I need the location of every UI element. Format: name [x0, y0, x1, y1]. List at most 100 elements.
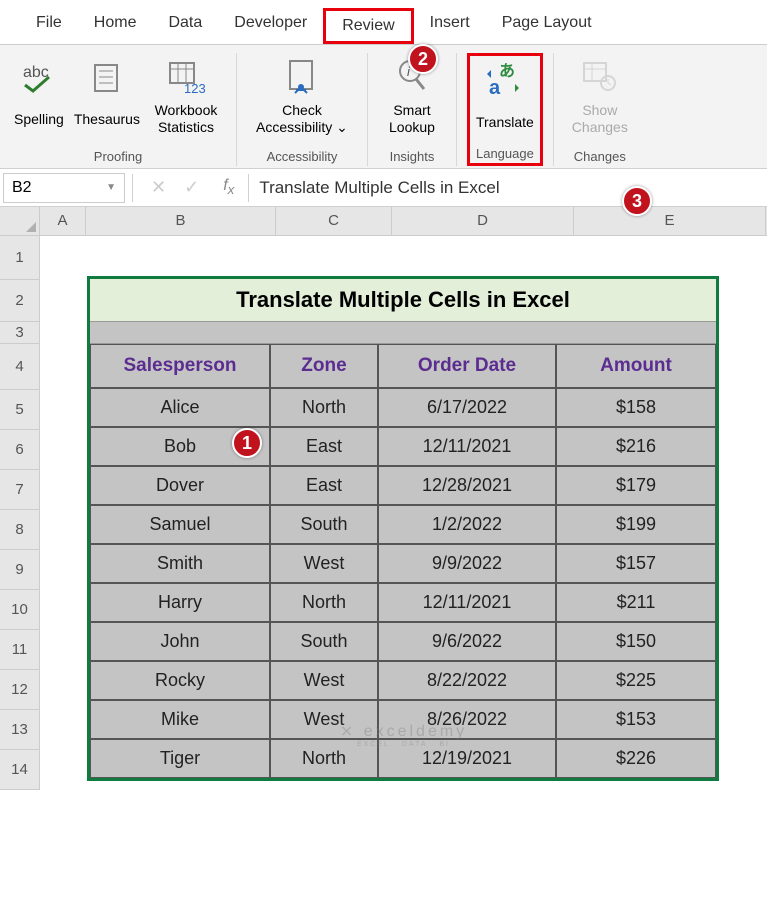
- group-accessibility: Check Accessibility ⌄ Accessibility: [237, 53, 368, 166]
- table-cell[interactable]: Mike: [90, 700, 270, 739]
- tab-insert[interactable]: Insert: [414, 8, 486, 44]
- table-cell[interactable]: 12/11/2021: [378, 427, 556, 466]
- table-cell[interactable]: South: [270, 622, 378, 661]
- table-cell[interactable]: North: [270, 583, 378, 622]
- ribbon-tabs: File Home Data Developer Review Insert P…: [0, 0, 767, 45]
- table-cell[interactable]: Rocky: [90, 661, 270, 700]
- table-cell[interactable]: 1/2/2022: [378, 505, 556, 544]
- table-cell[interactable]: Harry: [90, 583, 270, 622]
- table-cell[interactable]: $211: [556, 583, 716, 622]
- row-header-9[interactable]: 9: [0, 550, 40, 590]
- table-cell[interactable]: $150: [556, 622, 716, 661]
- stats-icon: 123: [164, 55, 208, 99]
- row-header-7[interactable]: 7: [0, 470, 40, 510]
- stats-label: Workbook Statistics: [150, 101, 222, 137]
- group-label-insights: Insights: [378, 145, 446, 166]
- group-proofing: abc Spelling Thesaurus 123 Workbook Stat…: [0, 53, 237, 166]
- check-accessibility-button[interactable]: Check Accessibility ⌄: [247, 53, 357, 139]
- table-cell[interactable]: 6/17/2022: [378, 388, 556, 427]
- row-header-10[interactable]: 10: [0, 590, 40, 630]
- enter-icon[interactable]: ✓: [184, 177, 199, 198]
- column-headers: A B C D E: [0, 207, 767, 236]
- header-amount: Amount: [556, 344, 716, 388]
- table-cell[interactable]: $157: [556, 544, 716, 583]
- table-cell[interactable]: South: [270, 505, 378, 544]
- table-cell[interactable]: West: [270, 661, 378, 700]
- data-table: Translate Multiple Cells in Excel Salesp…: [87, 276, 719, 781]
- row-header-6[interactable]: 6: [0, 430, 40, 470]
- accessibility-icon: [280, 55, 324, 99]
- formula-text[interactable]: Translate Multiple Cells in Excel: [253, 178, 499, 198]
- spelling-button[interactable]: abc Spelling: [10, 53, 68, 139]
- cells-area[interactable]: Translate Multiple Cells in Excel Salesp…: [40, 236, 767, 790]
- tab-review[interactable]: Review: [323, 8, 413, 44]
- row-header-12[interactable]: 12: [0, 670, 40, 710]
- translate-icon: あa: [483, 58, 527, 102]
- header-order-date: Order Date: [378, 344, 556, 388]
- tab-page-layout[interactable]: Page Layout: [486, 8, 608, 44]
- select-all-corner[interactable]: [0, 207, 40, 235]
- group-label-changes: Changes: [564, 145, 636, 166]
- tab-developer[interactable]: Developer: [218, 8, 323, 44]
- table-cell[interactable]: Alice: [90, 388, 270, 427]
- table-cell[interactable]: $199: [556, 505, 716, 544]
- col-header-a[interactable]: A: [40, 207, 86, 235]
- group-label-language: Language: [476, 146, 534, 161]
- row-header-4[interactable]: 4: [0, 344, 40, 390]
- table-cell[interactable]: 9/6/2022: [378, 622, 556, 661]
- row-header-11[interactable]: 11: [0, 630, 40, 670]
- table-cell[interactable]: East: [270, 466, 378, 505]
- table-cell[interactable]: East: [270, 427, 378, 466]
- table-cell[interactable]: $158: [556, 388, 716, 427]
- formula-bar-buttons: ✕ ✓: [137, 177, 213, 198]
- table-row: JohnSouth9/6/2022$150: [90, 622, 716, 661]
- table-cell[interactable]: 8/22/2022: [378, 661, 556, 700]
- table-cell[interactable]: 12/11/2021: [378, 583, 556, 622]
- workbook-statistics-button[interactable]: 123 Workbook Statistics: [146, 53, 226, 139]
- cancel-icon[interactable]: ✕: [151, 177, 166, 198]
- group-changes: Show Changes Changes: [554, 53, 646, 166]
- table-cell[interactable]: Dover: [90, 466, 270, 505]
- row-header-5[interactable]: 5: [0, 390, 40, 430]
- col-header-e[interactable]: E: [574, 207, 766, 235]
- table-cell[interactable]: John: [90, 622, 270, 661]
- svg-text:123: 123: [184, 81, 206, 95]
- table-cell[interactable]: Smith: [90, 544, 270, 583]
- header-salesperson: Salesperson: [90, 344, 270, 388]
- name-box-dropdown-icon[interactable]: ▼: [106, 182, 116, 193]
- show-changes-button: Show Changes: [564, 53, 636, 139]
- row-header-8[interactable]: 8: [0, 510, 40, 550]
- row-header-2[interactable]: 2: [0, 280, 40, 322]
- fx-icon[interactable]: fx: [213, 177, 244, 197]
- row-header-3[interactable]: 3: [0, 322, 40, 344]
- table-row: RockyWest8/22/2022$225: [90, 661, 716, 700]
- ribbon: abc Spelling Thesaurus 123 Workbook Stat…: [0, 45, 767, 169]
- thesaurus-button[interactable]: Thesaurus: [70, 53, 144, 139]
- table-cell[interactable]: Samuel: [90, 505, 270, 544]
- table-cell[interactable]: 9/9/2022: [378, 544, 556, 583]
- tab-data[interactable]: Data: [152, 8, 218, 44]
- row-header-13[interactable]: 13: [0, 710, 40, 750]
- col-header-c[interactable]: C: [276, 207, 392, 235]
- tab-file[interactable]: File: [20, 8, 78, 44]
- table-cell[interactable]: 12/28/2021: [378, 466, 556, 505]
- spelling-label: Spelling: [14, 101, 64, 137]
- col-header-d[interactable]: D: [392, 207, 574, 235]
- col-header-b[interactable]: B: [86, 207, 276, 235]
- table-row: HarryNorth12/11/2021$211: [90, 583, 716, 622]
- translate-button[interactable]: あa Translate Language: [467, 53, 543, 166]
- table-cell[interactable]: North: [270, 388, 378, 427]
- row-header-14[interactable]: 14: [0, 750, 40, 790]
- table-cell[interactable]: Tiger: [90, 739, 270, 778]
- table-cell[interactable]: $153: [556, 700, 716, 739]
- table-cell[interactable]: $216: [556, 427, 716, 466]
- table-cell[interactable]: $179: [556, 466, 716, 505]
- changes-label: Show Changes: [568, 101, 632, 137]
- tab-home[interactable]: Home: [78, 8, 153, 44]
- name-box[interactable]: B2 ▼: [3, 173, 125, 203]
- row-header-1[interactable]: 1: [0, 236, 40, 280]
- table-cell[interactable]: West: [270, 544, 378, 583]
- table-cell[interactable]: $225: [556, 661, 716, 700]
- table-cell[interactable]: $226: [556, 739, 716, 778]
- row-headers: 1234567891011121314: [0, 236, 40, 790]
